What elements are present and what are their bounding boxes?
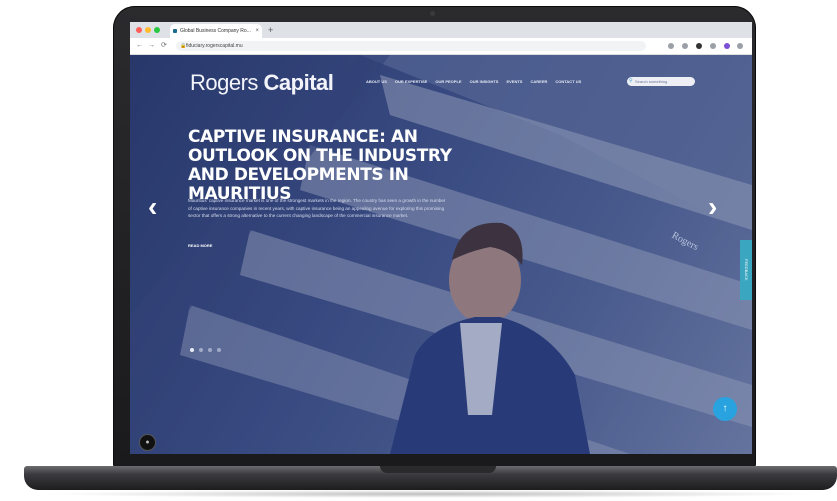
slide-dot[interactable]	[217, 348, 221, 352]
lock-icon: 🔒	[180, 43, 187, 49]
slide-dot[interactable]	[190, 348, 194, 352]
profile-avatar[interactable]	[724, 43, 730, 49]
new-tab-button[interactable]: +	[268, 23, 273, 37]
hero-excerpt: Mauritius' captive insurance market is o…	[188, 198, 446, 218]
logo-word-light: Rogers	[190, 70, 258, 95]
webcam	[430, 11, 435, 16]
prev-slide-button[interactable]: ‹	[148, 193, 157, 221]
menu-item-people[interactable]: OUR PEOPLE	[435, 79, 461, 84]
favicon-icon	[173, 29, 177, 33]
read-more-link[interactable]: READ MORE	[188, 243, 212, 248]
sidebar-icon[interactable]	[710, 43, 716, 49]
menu-item-contact[interactable]: CONTACT US	[555, 79, 581, 84]
hero-banner: Rogers Rogers Capital ABOUT US OUR EXPER…	[130, 55, 752, 454]
hero-headline: CAPTIVE INSURANCE: AN OUTLOOK ON THE IND…	[188, 127, 452, 204]
menu-item-expertise[interactable]: OUR EXPERTISE	[395, 79, 427, 84]
media-icon[interactable]	[696, 43, 702, 49]
bookmark-icon[interactable]	[668, 43, 674, 49]
forward-icon[interactable]: →	[148, 41, 155, 51]
tab-close-icon[interactable]: ×	[255, 24, 259, 38]
back-icon[interactable]: ←	[136, 41, 143, 51]
slide-dot[interactable]	[199, 348, 203, 352]
slide-dot[interactable]	[208, 348, 212, 352]
reload-icon[interactable]: ⟳	[161, 41, 167, 51]
menu-item-insights[interactable]: OUR INSIGHTS	[470, 79, 499, 84]
slide-pager	[190, 348, 221, 352]
extension-icon[interactable]	[682, 43, 688, 49]
menu-item-career[interactable]: CAREER	[530, 79, 547, 84]
menu-item-events[interactable]: EVENTS	[506, 79, 522, 84]
browser-tabstrip: Global Business Company Ro... × +	[130, 22, 752, 38]
hero-overlay	[130, 55, 752, 454]
browser-toolbar: ← → ⟳ 🔒 fiduciary.rogerscapital.mu	[130, 38, 752, 55]
logo-word-bold: Capital	[263, 70, 334, 95]
maximize-window-dot[interactable]	[154, 27, 160, 33]
search-icon: ⚲	[629, 78, 633, 84]
browser-tab[interactable]: Global Business Company Ro... ×	[170, 24, 262, 38]
feedback-tab[interactable]: FEEDBACK	[740, 240, 752, 300]
search-placeholder: Search something	[635, 79, 668, 84]
laptop-opening-notch	[380, 466, 496, 473]
chat-widget-icon[interactable]: ●	[139, 434, 156, 451]
url-text: fiduciary.rogerscapital.mu	[186, 43, 243, 49]
laptop-screen: Global Business Company Ro... × + ← → ⟳ …	[130, 22, 752, 454]
menu-item-about[interactable]: ABOUT US	[366, 79, 387, 84]
close-window-dot[interactable]	[136, 27, 142, 33]
main-menu: ABOUT US OUR EXPERTISE OUR PEOPLE OUR IN…	[366, 79, 581, 84]
laptop-shadow	[40, 490, 820, 498]
next-slide-button[interactable]: ›	[708, 193, 717, 221]
site-search-input[interactable]: ⚲ Search something	[627, 77, 695, 86]
scroll-top-button[interactable]: ↑	[713, 397, 737, 421]
tab-title: Global Business Company Ro...	[180, 28, 251, 34]
site-logo[interactable]: Rogers Capital	[190, 70, 334, 96]
minimize-window-dot[interactable]	[145, 27, 151, 33]
url-bar[interactable]: 🔒 fiduciary.rogerscapital.mu	[176, 41, 646, 51]
menu-kebab-icon[interactable]	[737, 43, 743, 49]
